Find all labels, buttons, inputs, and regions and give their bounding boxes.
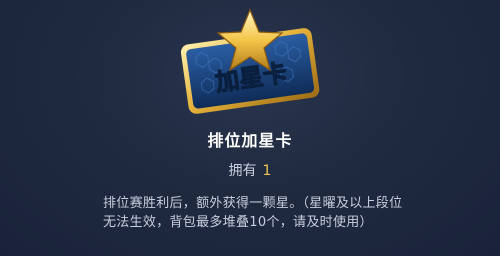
item-detail-panel: 加星卡 排位加星卡 拥有 1 排位赛胜利后，额外获得一颗星。（星曜及以上段位无法生… bbox=[0, 0, 500, 256]
item-name: 排位加星卡 bbox=[207, 131, 293, 150]
item-description: 排位赛胜利后，额外获得一颗星。（星曜及以上段位无法生效，背包最多堆叠10个，请及… bbox=[103, 196, 403, 230]
star-card-icon: 加星卡 bbox=[170, 6, 330, 118]
own-count-line: 拥有 1 bbox=[0, 160, 500, 180]
own-count: 1 bbox=[262, 163, 272, 179]
own-label: 拥有 bbox=[228, 163, 257, 179]
